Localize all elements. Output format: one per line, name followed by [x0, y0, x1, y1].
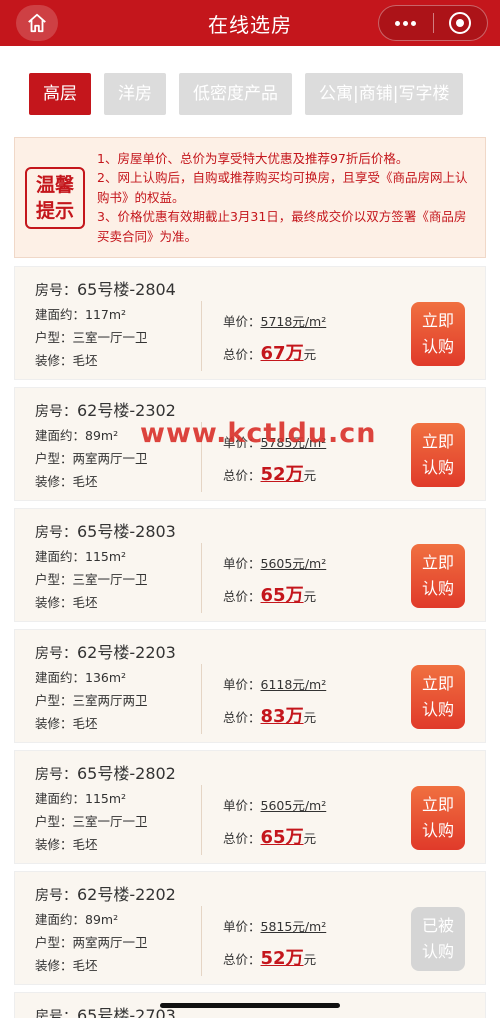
listing-card: 房号：65号楼-2803 建面约：115m² 户型：三室一厅一卫 装修：毛坯 单…: [14, 508, 486, 622]
total-price-row: 总价：83万元: [223, 706, 317, 727]
layout-row: 户型：三室一厅一卫: [35, 814, 148, 829]
top-bar: 在线选房: [0, 0, 500, 46]
stamp-line1: 温馨: [35, 173, 74, 196]
unit-price-row: 单价：5718元/m²: [223, 314, 327, 329]
unit-price-row: 单价：5605元/m²: [223, 556, 327, 571]
total-price-row: 总价：52万元: [223, 464, 317, 485]
subscribe-button[interactable]: 立即 认购: [411, 544, 465, 608]
listing-card: 房号：62号楼-2202 建面约：89m² 户型：两室两厅一卫 装修：毛坯 单价…: [14, 871, 486, 985]
area-row: 建面约：89m²: [35, 912, 119, 927]
finish-row: 装修：毛坯: [35, 595, 98, 610]
finish-row: 装修：毛坯: [35, 958, 98, 973]
notice-box: 温馨 提示 1、房屋单价、总价为享受特大优惠及推荐97折后价格。 2、网上认购后…: [14, 137, 486, 258]
total-price: 67万: [260, 343, 304, 364]
listing-card: 房号：65号楼-2802 建面约：115m² 户型：三室一厅一卫 装修：毛坯 单…: [14, 750, 486, 864]
total-price: 52万: [260, 464, 304, 485]
notice-stamp: 温馨 提示: [25, 166, 85, 229]
unit-price: 5605元/m²: [260, 556, 327, 571]
subscribe-button[interactable]: 立即 认购: [411, 786, 465, 850]
finish-row: 装修：毛坯: [35, 716, 98, 731]
tab-commercial[interactable]: 公寓|商铺|写字楼: [305, 73, 464, 115]
listing-card: 房号：62号楼-2203 建面约：136m² 户型：三室两厅两卫 装修：毛坯 单…: [14, 629, 486, 743]
card-divider: [201, 906, 202, 976]
sold-out-button: 已被 认购: [411, 907, 465, 971]
layout-row: 户型：两室两厅一卫: [35, 451, 148, 466]
total-price: 52万: [260, 948, 304, 969]
tab-high-rise[interactable]: 高层: [29, 73, 91, 115]
unit-price: 6118元/m²: [260, 677, 327, 692]
subscribe-button[interactable]: 立即 认购: [411, 423, 465, 487]
total-price-row: 总价：52万元: [223, 948, 317, 969]
total-price-row: 总价：67万元: [223, 343, 317, 364]
layout-row: 户型：三室一厅一卫: [35, 330, 148, 345]
unit-price-row: 单价：6118元/m²: [223, 677, 327, 692]
unit-price: 5815元/m²: [260, 919, 327, 934]
miniprogram-capsule: [378, 5, 488, 41]
home-icon: [28, 13, 46, 33]
total-price: 65万: [260, 585, 304, 606]
notice-line-3: 3、价格优惠有效期截止3月31日，最终成交价以双方签署《商品房买卖合同》为准。: [97, 209, 467, 244]
home-button[interactable]: [16, 5, 58, 41]
card-divider: [201, 664, 202, 734]
notice-text: 1、房屋单价、总价为享受特大优惠及推荐97折后价格。 2、网上认购后，自购或推荐…: [97, 149, 475, 247]
room-number: 房号：62号楼-2202: [35, 885, 176, 904]
unit-price-row: 单价：5815元/m²: [223, 919, 327, 934]
subscribe-button[interactable]: 立即 认购: [411, 302, 465, 366]
finish-row: 装修：毛坯: [35, 474, 98, 489]
finish-row: 装修：毛坯: [35, 353, 98, 368]
unit-price: 5718元/m²: [260, 314, 327, 329]
total-price-row: 总价：65万元: [223, 585, 317, 606]
tab-villa[interactable]: 洋房: [104, 73, 166, 115]
page-title: 在线选房: [208, 12, 292, 37]
listing-card: 房号：65号楼-2804 建面约：117m² 户型：三室一厅一卫 装修：毛坯 单…: [14, 266, 486, 380]
area-row: 建面约：117m²: [35, 307, 127, 322]
unit-price: 5605元/m²: [260, 798, 327, 813]
notice-line-2: 2、网上认购后，自购或推荐购买均可换房，且享受《商品房网上认购书》的权益。: [97, 170, 468, 205]
room-number: 房号：65号楼-2802: [35, 764, 176, 783]
card-divider: [201, 543, 202, 613]
target-icon: [449, 12, 472, 34]
stamp-line2: 提示: [35, 199, 74, 222]
room-number: 房号：65号楼-2803: [35, 522, 176, 541]
area-row: 建面约：115m²: [35, 549, 127, 564]
room-number: 房号：65号楼-2804: [35, 280, 176, 299]
room-number: 房号：62号楼-2203: [35, 643, 176, 662]
more-button[interactable]: [379, 6, 433, 40]
more-dots-icon: [395, 20, 417, 26]
finish-row: 装修：毛坯: [35, 837, 98, 852]
area-row: 建面约：136m²: [35, 670, 127, 685]
card-divider: [201, 301, 202, 371]
total-price-row: 总价：65万元: [223, 827, 317, 848]
home-indicator[interactable]: [160, 1003, 340, 1008]
total-price: 83万: [260, 706, 304, 727]
close-miniprogram-button[interactable]: [434, 6, 488, 40]
layout-row: 户型：三室一厅一卫: [35, 572, 148, 587]
layout-row: 户型：三室两厅两卫: [35, 693, 148, 708]
card-divider: [201, 785, 202, 855]
watermark-text: www.kctldu.cn: [140, 418, 377, 449]
layout-row: 户型：两室两厅一卫: [35, 935, 148, 950]
area-row: 建面约：115m²: [35, 791, 127, 806]
notice-line-1: 1、房屋单价、总价为享受特大优惠及推荐97折后价格。: [97, 150, 409, 166]
room-number: 房号：65号楼-2703: [35, 1006, 176, 1018]
subscribe-button[interactable]: 立即 认购: [411, 665, 465, 729]
unit-price-row: 单价：5605元/m²: [223, 798, 327, 813]
category-tabs: 高层 洋房 低密度产品 公寓|商铺|写字楼: [0, 46, 500, 115]
area-row: 建面约：89m²: [35, 428, 119, 443]
tab-low-density[interactable]: 低密度产品: [179, 73, 292, 115]
total-price: 65万: [260, 827, 304, 848]
